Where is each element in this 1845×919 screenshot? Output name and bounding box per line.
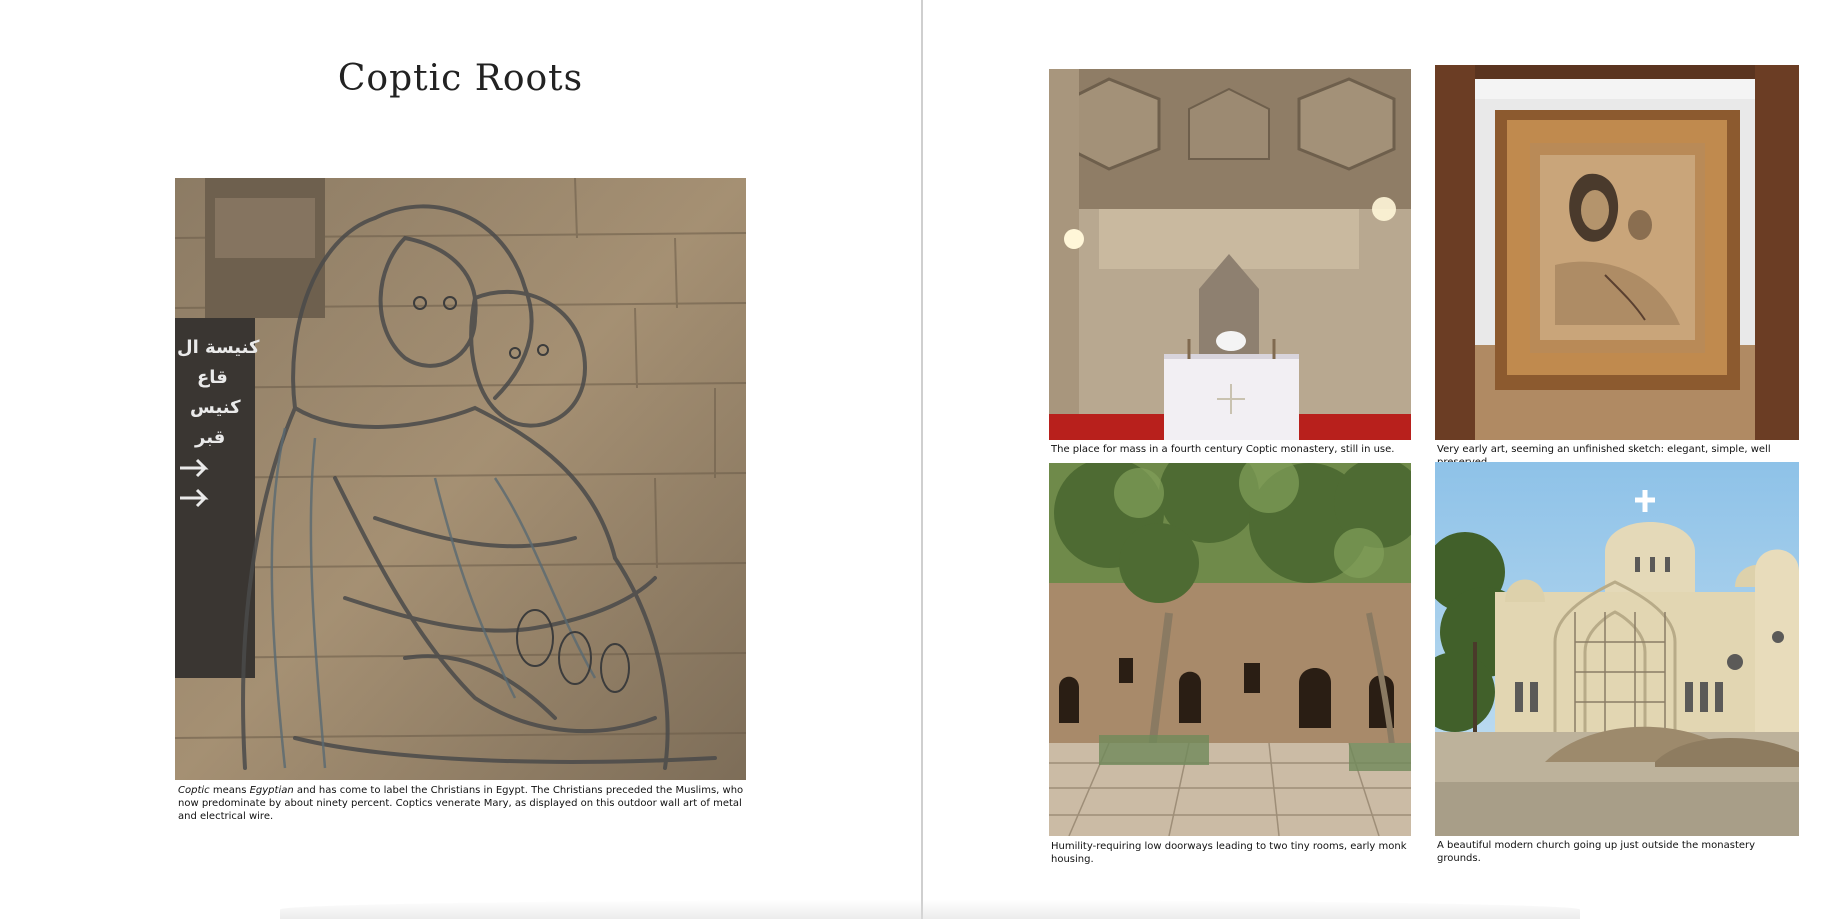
page-title: Coptic Roots [337, 58, 584, 99]
mary-wire-art-photo: كنيسة ال قاع كنيس قبر [175, 178, 746, 780]
altar-photo [1049, 69, 1411, 440]
caption-italic-egyptian: Egyptian [249, 785, 294, 796]
modern-church-photo [1435, 462, 1799, 836]
altar-photo-caption: The place for mass in a fourth century C… [1051, 444, 1395, 455]
sign-text-line-4: قبر [194, 427, 225, 448]
sign-text-line-3: كنيس [190, 397, 241, 418]
framed-icon-photo [1435, 65, 1799, 440]
caption-italic-coptic: Coptic [178, 785, 210, 796]
right-page: The place for mass in a fourth century C… [923, 0, 1845, 919]
sign-text-line-1: كنيسة ال [177, 337, 260, 358]
sign-text-line-2: قاع [197, 367, 228, 388]
main-photo-caption: Coptic means Egyptian and has come to la… [178, 784, 744, 823]
left-page: Coptic Roots كنيسة ال قاع كنيس قبر Copti… [0, 0, 921, 919]
monk-housing-photo [1049, 463, 1411, 836]
page-bottom-shadow [280, 900, 1580, 919]
book-spread: Coptic Roots كنيسة ال قاع كنيس قبر Copti… [0, 0, 1845, 919]
monk-housing-caption: Humility-requiring low doorways leading … [1051, 841, 1407, 865]
modern-church-caption: A beautiful modern church going up just … [1437, 840, 1756, 864]
caption-text-1: means [209, 785, 250, 796]
